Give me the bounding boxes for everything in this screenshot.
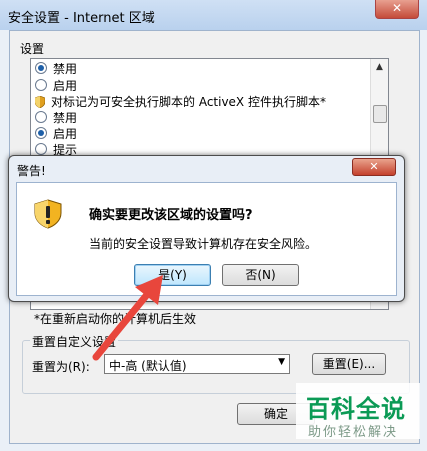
watermark-title: 百科全说 xyxy=(306,395,406,423)
watermark: 百科全说 助你轻松解决 xyxy=(296,383,420,440)
security-settings-window: 安全设置 - Internet 区域 ✕ 设置 禁用 启用 对标记为可安全执行脚… xyxy=(0,0,427,451)
watermark-subtitle: 助你轻松解决 xyxy=(308,425,399,440)
